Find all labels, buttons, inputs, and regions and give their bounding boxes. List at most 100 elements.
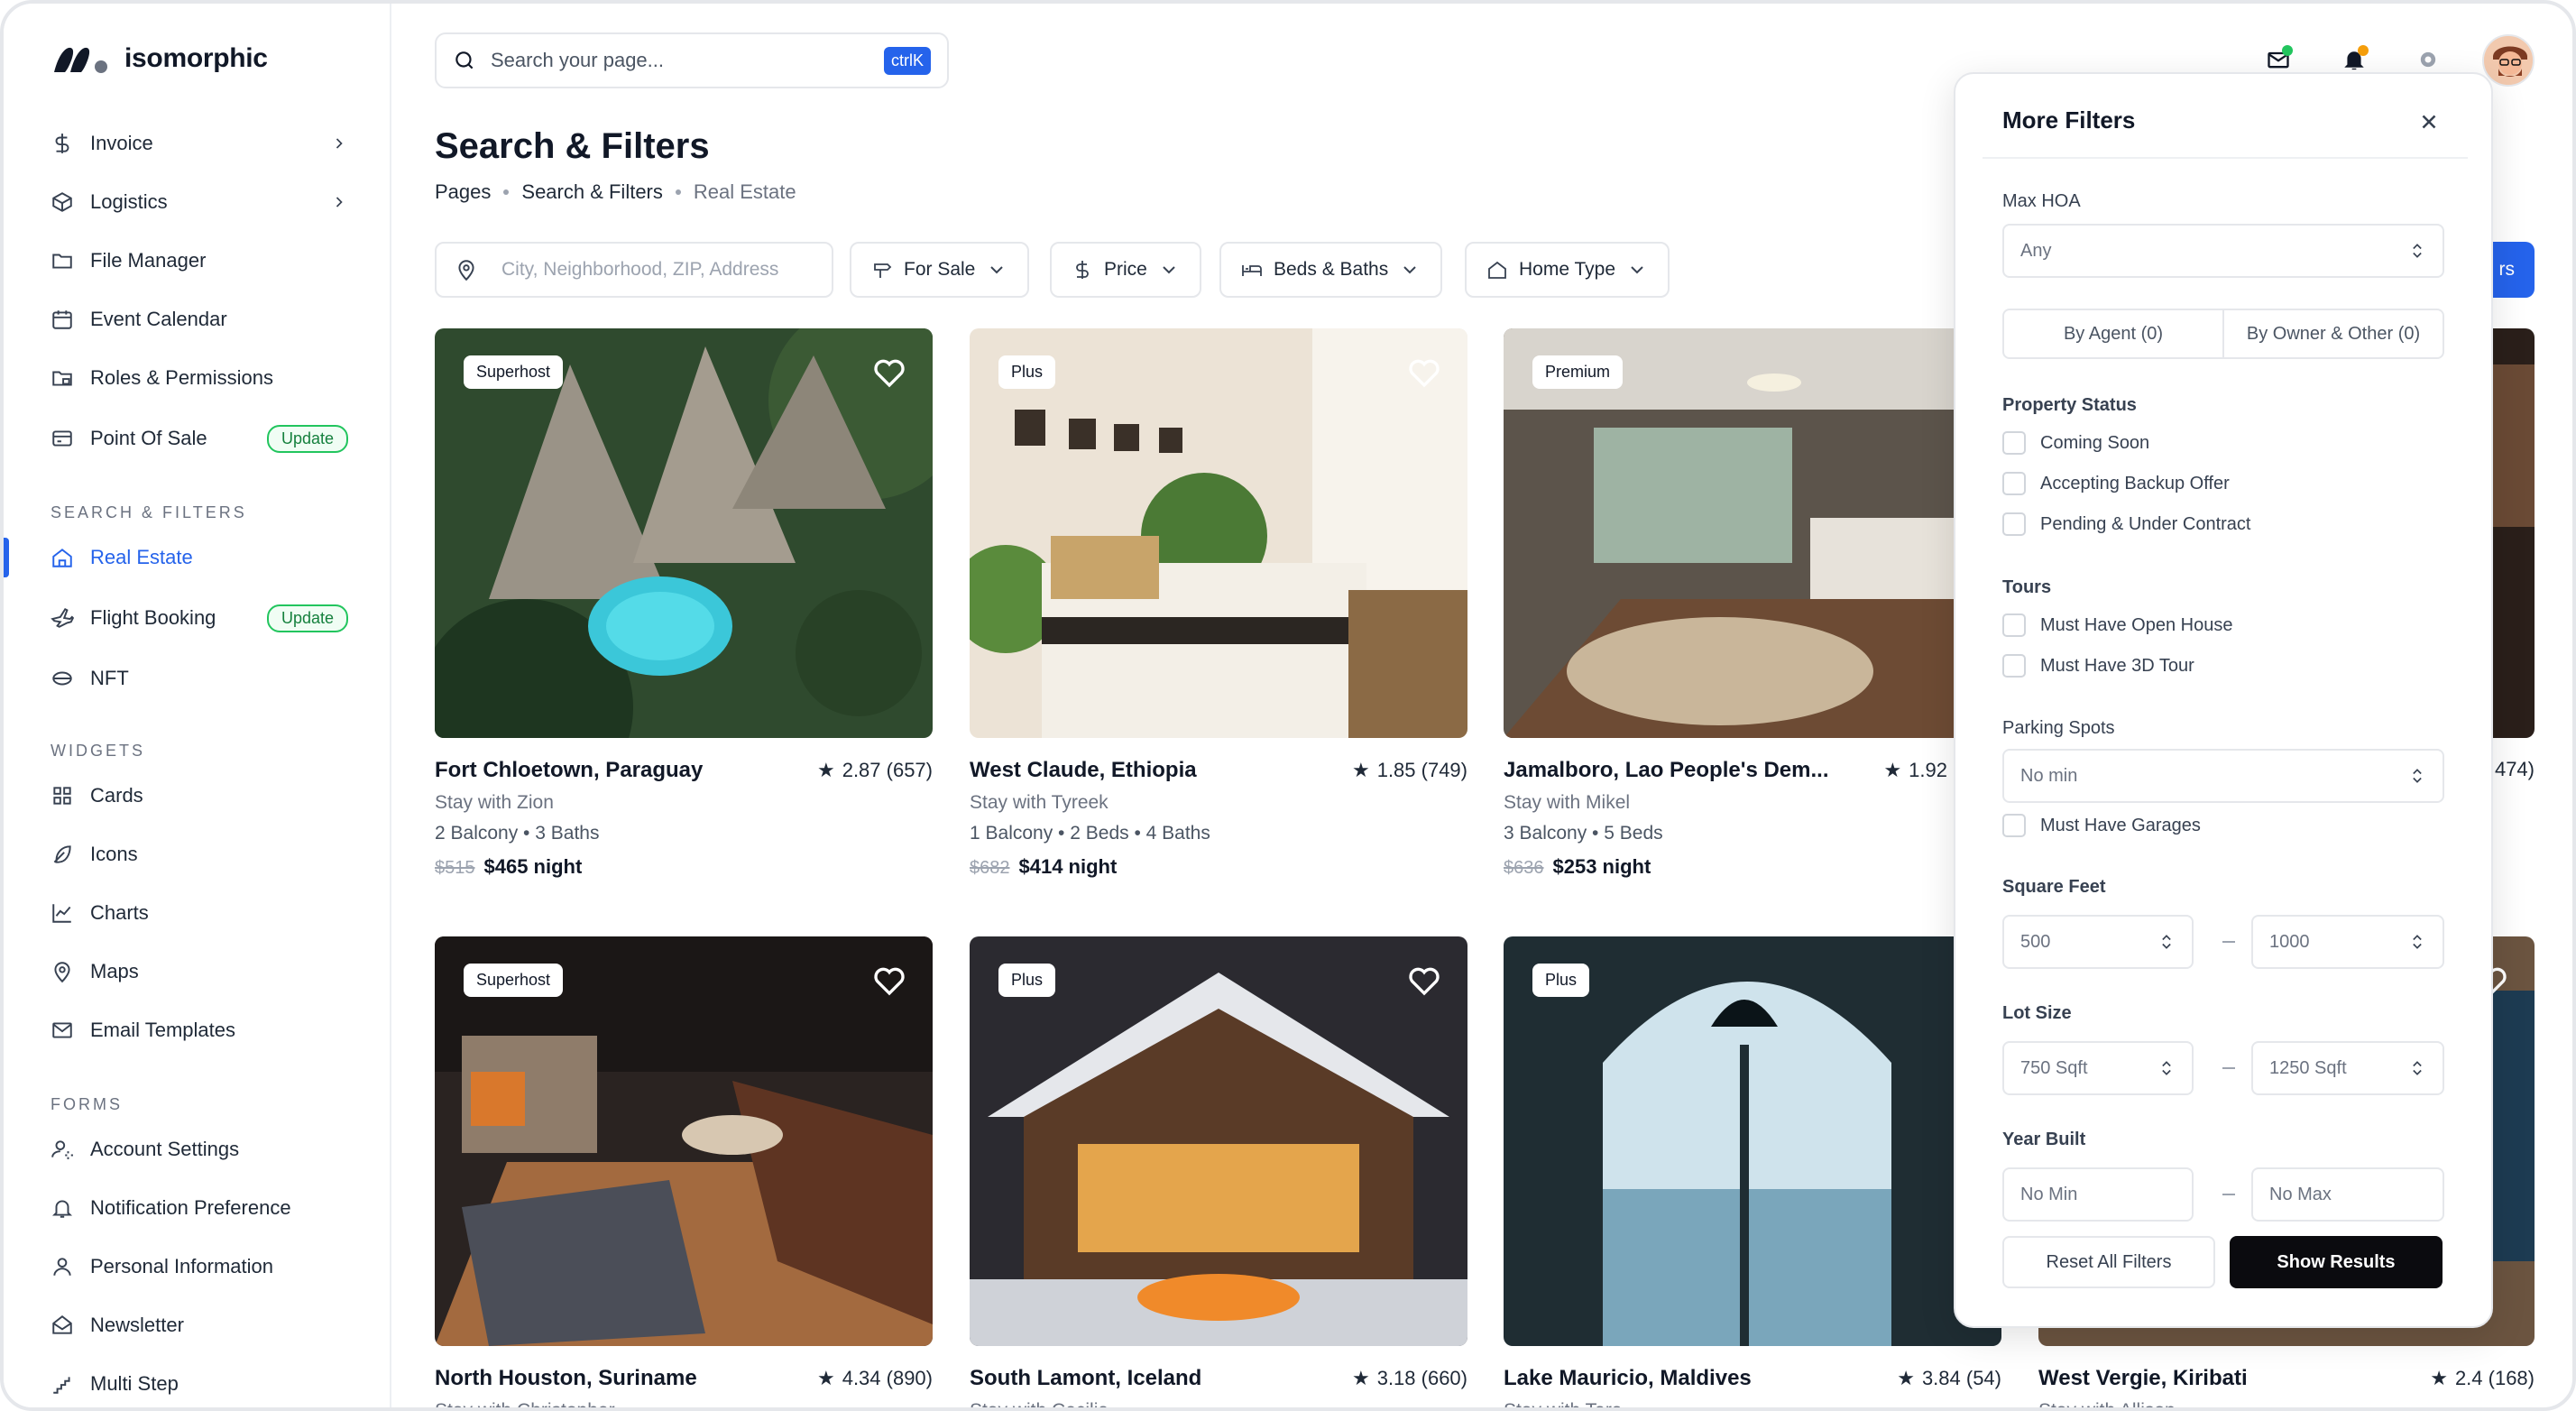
location-input[interactable]: [501, 259, 790, 281]
heart-icon[interactable]: [1406, 962, 1442, 998]
search-input[interactable]: [491, 49, 869, 72]
listing-image[interactable]: Superhost: [435, 936, 933, 1346]
checkbox-coming-soon[interactable]: Coming Soon: [2002, 431, 2149, 455]
sidebar-item-real-estate[interactable]: Real Estate: [51, 536, 348, 579]
listing-image[interactable]: Premium: [1504, 328, 2001, 738]
for-sale-dropdown[interactable]: For Sale: [850, 242, 1030, 298]
sidebar-item-roles-permissions[interactable]: Roles & Permissions: [51, 356, 348, 400]
grid-icon: [53, 787, 71, 805]
year-max-input[interactable]: No Max: [2251, 1167, 2444, 1222]
old-price: $636: [1504, 858, 1544, 878]
heart-icon[interactable]: [871, 354, 907, 390]
heart-icon[interactable]: [871, 962, 907, 998]
avatar[interactable]: [2482, 34, 2535, 87]
checkbox[interactable]: [2002, 654, 2026, 678]
listing-rating: ★ 3.84 (54): [1897, 1366, 2001, 1391]
listing-title[interactable]: Jamalboro, Lao People's Dem...: [1504, 758, 1828, 783]
sqft-min-select[interactable]: 500: [2002, 915, 2194, 969]
location-search[interactable]: [435, 242, 833, 298]
checkbox-pending[interactable]: Pending & Under Contract: [2002, 512, 2250, 536]
breadcrumb-item[interactable]: Pages: [435, 180, 491, 204]
sidebar-item-label: Real Estate: [90, 546, 193, 568]
listing-card[interactable]: Plus South Lamont, Iceland ★ 3.18 (660) S…: [970, 936, 1467, 1407]
logo[interactable]: isomorphic: [51, 42, 268, 76]
listing-image[interactable]: Plus: [1504, 936, 2001, 1346]
room-photo-icon: [1504, 328, 2001, 738]
by-agent-option[interactable]: By Agent (0): [2004, 310, 2222, 357]
current-price: $465 night: [483, 855, 583, 878]
home-type-dropdown[interactable]: Home Type: [1465, 242, 1670, 298]
by-owner-option[interactable]: By Owner & Other (0): [2222, 310, 2443, 357]
sidebar-item-email-templates[interactable]: Email Templates: [51, 1009, 348, 1052]
checkbox-3d-tour[interactable]: Must Have 3D Tour: [2002, 654, 2194, 678]
heart-icon[interactable]: [1406, 354, 1442, 390]
listing-image[interactable]: Plus: [970, 936, 1467, 1346]
listing-image[interactable]: Superhost: [435, 328, 933, 738]
checkbox[interactable]: [2002, 512, 2026, 536]
sidebar-item-label: Account Settings: [90, 1138, 240, 1160]
global-search[interactable]: ctrlK: [435, 32, 949, 88]
tours-label: Tours: [2002, 577, 2052, 597]
sidebar-item-label: Roles & Permissions: [90, 366, 273, 389]
lot-max-select[interactable]: 1250 Sqft: [2251, 1041, 2444, 1095]
sidebar-item-personal-information[interactable]: Personal Information: [51, 1245, 348, 1288]
app-window: isomorphic Invoice Logistics File Manage…: [0, 0, 2576, 1411]
listing-image[interactable]: Plus: [970, 328, 1467, 738]
sidebar-item-charts[interactable]: Charts: [51, 891, 348, 935]
sidebar-item-label: Event Calendar: [90, 308, 227, 330]
listing-title[interactable]: West Vergie, Kiribati: [2038, 1366, 2248, 1391]
listing-title[interactable]: Lake Mauricio, Maldives: [1504, 1366, 1752, 1391]
parking-select[interactable]: No min: [2002, 749, 2444, 803]
sidebar-item-icons[interactable]: Icons: [51, 833, 348, 876]
chevron-down-icon: [1403, 266, 1416, 274]
sidebar-item-invoice[interactable]: Invoice: [51, 122, 348, 165]
max-hoa-select[interactable]: Any: [2002, 224, 2444, 278]
sidebar-item-notification-preference[interactable]: Notification Preference: [51, 1186, 348, 1230]
sidebar-item-flight-booking[interactable]: Flight Booking Update: [51, 596, 348, 640]
sidebar-item-maps[interactable]: Maps: [51, 950, 348, 993]
checkbox-open-house[interactable]: Must Have Open House: [2002, 613, 2232, 637]
dropdown-label: For Sale: [904, 259, 976, 280]
listing-card[interactable]: Superhost Fort Chloetown, Paraguay ★ 2.87…: [435, 328, 933, 879]
sidebar-item-cards[interactable]: Cards: [51, 774, 348, 817]
listing-title[interactable]: South Lamont, Iceland: [970, 1366, 1201, 1391]
checkbox[interactable]: [2002, 814, 2026, 837]
listing-title[interactable]: North Houston, Suriname: [435, 1366, 697, 1391]
listing-card[interactable]: Superhost North Houston, Suriname ★ 4.34 …: [435, 936, 933, 1407]
breadcrumb-item[interactable]: Search & Filters: [521, 180, 663, 204]
sidebar-item-multi-step[interactable]: Multi Step: [51, 1362, 348, 1406]
checkbox-accepting-backup[interactable]: Accepting Backup Offer: [2002, 472, 2230, 495]
price-dropdown[interactable]: Price: [1050, 242, 1201, 298]
listing-card[interactable]: Plus West Claude, Ethiopia ★ 1.85 (749) S…: [970, 328, 1467, 879]
listing-title-row: Lake Mauricio, Maldives ★ 3.84 (54): [1504, 1366, 2001, 1391]
panel-divider: [1983, 157, 2468, 159]
year-min-input[interactable]: No Min: [2002, 1167, 2194, 1222]
checkbox-garages[interactable]: Must Have Garages: [2002, 814, 2201, 837]
sidebar-item-logistics[interactable]: Logistics: [51, 180, 348, 224]
lot-min-select[interactable]: 750 Sqft: [2002, 1041, 2194, 1095]
sidebar-item-point-of-sale[interactable]: Point Of Sale Update: [51, 417, 348, 460]
sidebar-item-file-manager[interactable]: File Manager: [51, 239, 348, 282]
reset-filters-button[interactable]: Reset All Filters: [2002, 1236, 2215, 1288]
sidebar-item-label: Flight Booking: [90, 606, 216, 629]
close-icon[interactable]: [2417, 110, 2441, 134]
checkbox[interactable]: [2002, 431, 2026, 455]
select-value: 1250 Sqft: [2269, 1057, 2347, 1078]
sqft-max-select[interactable]: 1000: [2251, 915, 2444, 969]
listing-title[interactable]: West Claude, Ethiopia: [970, 758, 1197, 783]
checkbox[interactable]: [2002, 613, 2026, 637]
sidebar-item-nft[interactable]: NFT: [51, 657, 348, 700]
rating-text: 3.84 (54): [1921, 1367, 2001, 1389]
show-results-button[interactable]: Show Results: [2230, 1236, 2443, 1288]
beds-baths-dropdown[interactable]: Beds & Baths: [1219, 242, 1443, 298]
sidebar-item-newsletter[interactable]: Newsletter: [51, 1304, 348, 1347]
listing-card[interactable]: Plus Lake Mauricio, Maldives ★ 3.84 (54) …: [1504, 936, 2001, 1407]
checkbox[interactable]: [2002, 472, 2026, 495]
listing-card[interactable]: Premium Jamalboro, Lao People's Dem... ★…: [1504, 328, 2001, 879]
listing-title[interactable]: Fort Chloetown, Paraguay: [435, 758, 703, 783]
plane-icon: [51, 607, 74, 628]
sidebar-item-event-calendar[interactable]: Event Calendar: [51, 298, 348, 341]
sidebar-item-account-settings[interactable]: Account Settings: [51, 1128, 348, 1171]
listing-rating: 474): [2495, 758, 2535, 781]
dropdown-label: Home Type: [1519, 259, 1615, 280]
